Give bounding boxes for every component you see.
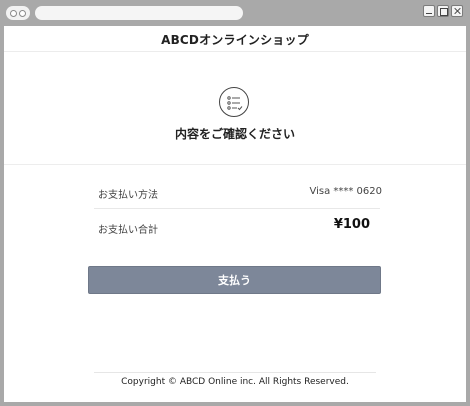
window-controls [423,5,463,17]
site-header: ABCDオンラインショップ [4,26,466,52]
payment-row-divider [94,208,380,209]
address-bar[interactable] [35,6,243,20]
payment-method-label: お支払い方法 [98,190,158,201]
checklist-icon [219,87,249,117]
browser-nav-buttons[interactable] [6,6,30,20]
footer-divider [94,372,376,373]
back-icon[interactable] [10,9,17,17]
checkout-page: ABCDオンラインショップ 内容をご確認ください お支払い方法 Visa ***… [4,26,466,402]
payment-method-value: Visa **** 0620 [309,186,382,197]
maximize-icon[interactable] [437,5,449,17]
browser-window-bar [0,0,470,26]
section-divider [4,164,466,165]
shop-title: ABCDオンラインショップ [161,33,309,47]
copyright-text: Copyright © ABCD Online inc. All Rights … [121,377,349,387]
close-icon[interactable] [451,5,463,17]
payment-total-label: お支払い合計 [98,225,158,236]
forward-icon[interactable] [19,9,26,17]
payment-total-value: ¥100 [333,217,370,232]
pay-button[interactable]: 支払う [88,266,381,294]
minimize-icon[interactable] [423,5,435,17]
confirmation-title: 内容をご確認ください [174,127,295,141]
